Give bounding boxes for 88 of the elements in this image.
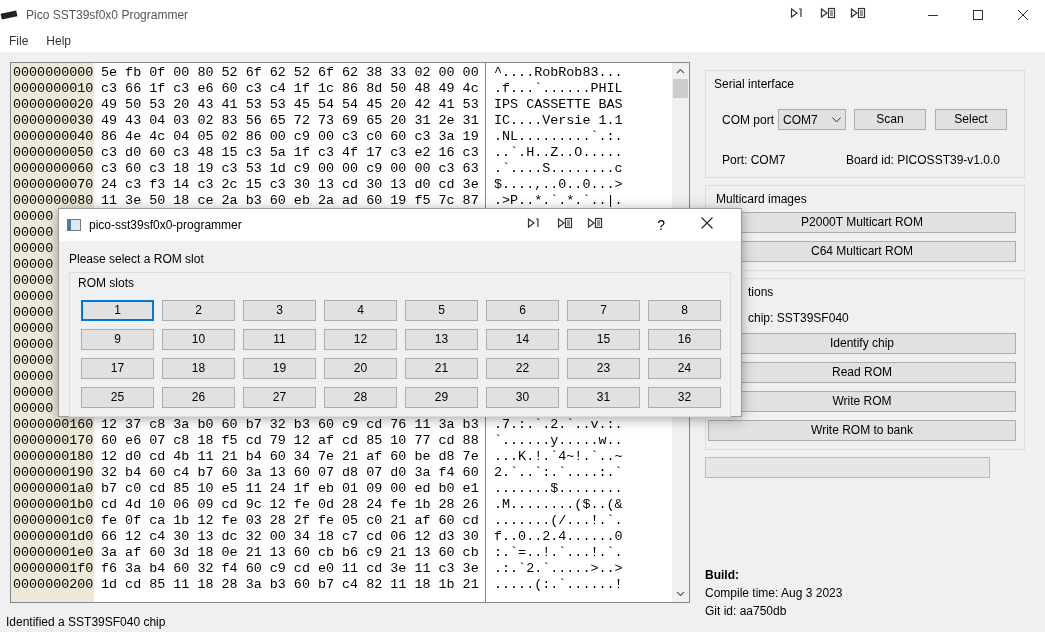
ascii-text: .:.`2.`.....>..> [494, 561, 623, 576]
offset-text: 00000 [13, 369, 54, 384]
field-label: COM port [722, 111, 774, 129]
offset-text: 0000000160 [13, 417, 94, 432]
ascii-text: IC....Versie 1.1 [494, 113, 623, 128]
ascii-text: .M........($..(& [494, 497, 623, 512]
hex-bytes: c3 d0 60 c3 48 15 c3 5a 1f c3 4f 17 c3 e2 16 c3 [101, 145, 479, 160]
group-title: Multicard images [715, 191, 808, 208]
offset-text: 00000 [13, 337, 54, 352]
hex-bytes: 24 c3 f3 14 c3 2c 15 c3 30 13 cd 30 13 d0 cd 3e [101, 177, 479, 192]
ascii-text: `......y.....w.. [494, 433, 623, 448]
dialog-title: pico-sst39sf0x0-programmer [89, 217, 242, 234]
group-title: ROM slots [78, 275, 134, 292]
hex-bytes: 60 e6 07 c8 18 f5 cd 79 12 af cd 85 10 77 cd 88 [101, 433, 479, 448]
ascii-text: ...K.!.`4~!.`..~ [494, 449, 623, 464]
hex-bytes: b7 c0 cd 85 10 e5 11 24 1f eb 01 09 00 ed b0 e1 [101, 481, 479, 496]
hex-bytes: cd 4d 10 06 09 cd 9c 12 fe 0d 28 24 fe 1b 28 26 [101, 497, 479, 512]
offset-text: 0000000180 [13, 449, 94, 464]
window-title: Pico SST39sf0x0 Programmer [26, 7, 189, 24]
hex-bytes: 66 12 c4 30 13 dc 32 00 34 18 c7 cd 06 12 d3 30 [101, 529, 479, 544]
chip-text: chip: SST39SF040 [748, 310, 849, 327]
offset-text: 0000000010 [13, 81, 94, 96]
offset-text: 00000 [13, 225, 54, 240]
ascii-text: :.`=..!.`...!.`. [494, 545, 623, 560]
offset-text: 0000000000 [13, 65, 94, 80]
hex-bytes: 49 43 04 03 02 83 56 65 72 73 69 65 20 31 2e 31 [101, 113, 479, 128]
offset-text: 00000001d0 [13, 529, 94, 544]
offset-text: 00000 [13, 305, 54, 320]
offset-text: 00000 [13, 241, 54, 256]
ascii-text: .......(/...!.`. [494, 513, 623, 528]
offset-text: 00000001a0 [13, 481, 94, 496]
offset-text: 00000 [13, 353, 54, 368]
offset-text: 00000 [13, 273, 54, 288]
hex-bytes: 3a af 60 3d 18 0e 21 13 60 cb b6 c9 21 13 60 cb [101, 545, 479, 560]
hex-bytes: 1d cd 85 11 18 28 3a b3 60 b7 c4 82 11 18 1b 21 [101, 577, 479, 592]
offset-text: 00000 [13, 385, 54, 400]
offset-text: 0000000050 [13, 145, 94, 160]
hex-bytes: 12 d0 cd 4b 11 21 b4 60 34 7e 21 af 60 be d8 7e [101, 449, 479, 464]
ascii-text: ^....RobRob83... [494, 65, 623, 80]
ascii-text: ..`.H..Z..O..... [494, 145, 623, 160]
offset-text: 00000 [13, 257, 54, 272]
offset-text: 0000000170 [13, 433, 94, 448]
ascii-text: .>P..*.`.*.`..|. [494, 193, 623, 208]
ascii-text: .f...`......PHIL [494, 81, 623, 96]
offset-text: 0000000070 [13, 177, 94, 192]
offset-text: 00000 [13, 209, 54, 224]
ascii-text: 2.`..`:.`....:.` [494, 465, 623, 480]
ascii-text: f..0..2.4......0 [494, 529, 623, 544]
group-title: tions [748, 284, 774, 301]
hex-bytes: 11 3e 50 18 ce 2a b3 60 eb 2a ad 60 19 f5 7c 87 [101, 193, 479, 208]
offset-text: 00000001c0 [13, 513, 94, 528]
ascii-text: .`....S........c [494, 161, 623, 176]
compile-time-text: Compile time: Aug 3 2023 [705, 585, 843, 602]
hex-bytes: f6 3a b4 60 32 f4 60 c9 cd e0 11 cd 3e 11 c3 3e [101, 561, 479, 576]
ascii-text: $....,..0..0...> [494, 177, 623, 192]
hex-bytes: 5e fb 0f 00 80 52 6f 62 52 6f 62 38 33 02 00 00 [101, 65, 479, 80]
offset-text: 00000001f0 [13, 561, 94, 576]
offset-text: 0000000020 [13, 97, 94, 112]
hex-bytes: 12 37 c8 3a b0 60 b7 32 b3 60 c9 cd 76 11 3a b3 [101, 417, 479, 432]
offset-text: 00000 [13, 289, 54, 304]
prompt-text: Please select a ROM slot [69, 251, 204, 268]
offset-text: 0000000200 [13, 577, 94, 592]
offset-text: 00000001b0 [13, 497, 94, 512]
port-text: Port: COM7 [722, 152, 786, 169]
offset-text: 00000001e0 [13, 545, 94, 560]
offset-text: 0000000030 [13, 113, 94, 128]
board-id-text: Board id: PICOSST39-v1.0.0 [845, 152, 1000, 169]
group-title: Serial interface [714, 76, 796, 93]
status-text: Identified a SST39SF040 chip [6, 615, 166, 629]
hex-bytes: fe 0f ca 1b 12 fe 03 28 2f fe 05 c0 21 af 60 cd [101, 513, 479, 528]
ascii-text: .NL.........`.:. [494, 129, 623, 144]
ascii-text: .....(:.`......! [494, 577, 623, 592]
ascii-text: IPS CASSETTE BAS [494, 97, 623, 112]
hex-bytes: c3 66 1f c3 e6 60 c3 c4 1f 1c 86 8d 50 48 49 4c [101, 81, 479, 96]
git-id-text: Git id: aa750db [705, 603, 787, 620]
ascii-text: .......$........ [494, 481, 623, 496]
offset-text: 0000000040 [13, 129, 94, 144]
offset-text: 0000000190 [13, 465, 94, 480]
hex-bytes: 86 4e 4c 04 05 02 86 00 c9 00 c3 c0 60 c3 3a 19 [101, 129, 479, 144]
hex-bytes: 49 50 53 20 43 41 53 53 45 54 54 45 20 42 41 53 [101, 97, 479, 112]
offset-text: 0000000080 [13, 193, 94, 208]
hex-bytes: c3 60 c3 18 19 c3 53 1d c9 00 00 c9 00 00 c3 63 [101, 161, 479, 176]
offset-text: 00000 [13, 321, 54, 336]
hex-bytes: 32 b4 60 c4 b7 60 3a 13 60 07 d8 07 d0 3a f4 60 [101, 465, 479, 480]
ascii-text: .7.:.`.2.`..v.:. [494, 417, 623, 432]
offset-text: 0000000060 [13, 161, 94, 176]
build-heading: Build: [705, 567, 739, 584]
offset-text: 00000 [13, 401, 54, 416]
